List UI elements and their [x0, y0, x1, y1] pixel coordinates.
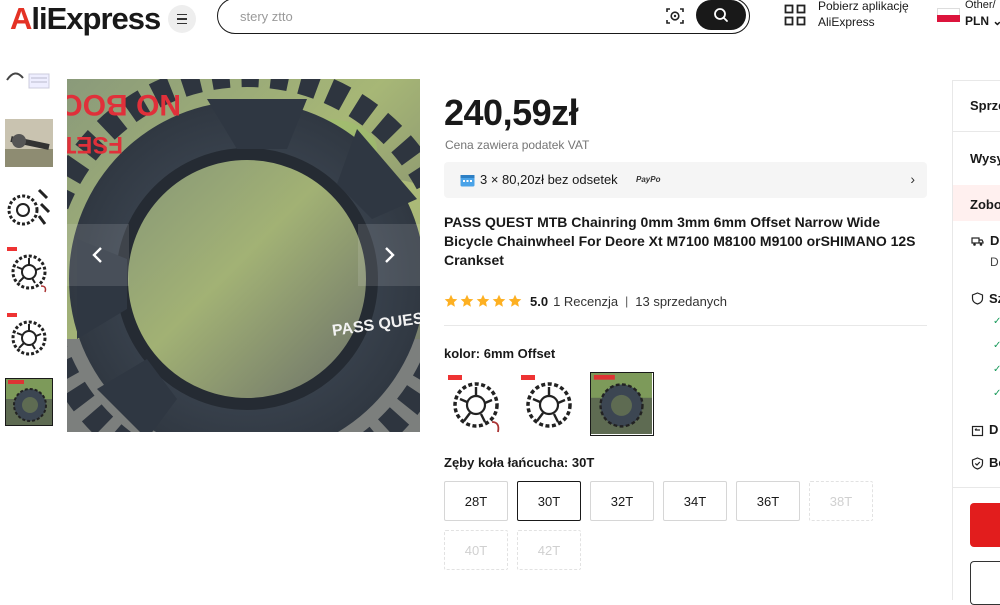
check-icon: ✓: [993, 388, 1000, 399]
main-product-image[interactable]: NO BOOST FSET PASS QUEST: [67, 79, 420, 432]
divider: [953, 487, 1000, 488]
vat-note: Cena zawiera podatek VAT: [445, 138, 590, 152]
thumbnail-2[interactable]: [5, 119, 53, 167]
search-bar: [217, 0, 750, 34]
check-icon: ✓: [993, 316, 1000, 327]
shield-icon: [971, 292, 984, 305]
currency-label: PLN ⌄: [965, 14, 1000, 28]
star-rating: [444, 294, 524, 308]
overlay-text-line2: FSET: [67, 131, 123, 158]
previous-image-button[interactable]: [67, 224, 129, 286]
chainring-swatch-icon: [448, 375, 500, 433]
add-to-cart-button[interactable]: [970, 561, 1000, 605]
region-currency-selector[interactable]: Other/ PLN ⌄: [937, 0, 1000, 34]
thumbnail-list: [5, 64, 55, 440]
next-image-button[interactable]: [358, 224, 420, 286]
qr-code-icon: [784, 4, 806, 26]
calendar-icon: [460, 175, 475, 187]
size-option-34t[interactable]: 34T: [663, 481, 727, 521]
thumbnail-3[interactable]: [5, 180, 53, 228]
safety-label: Sz: [989, 291, 1000, 306]
color-option-3mm[interactable]: [517, 372, 581, 436]
chainring-thumbnail-icon: [7, 313, 47, 356]
size-option-36t[interactable]: 36T: [736, 481, 800, 521]
check-icon: ✓: [993, 364, 1000, 375]
thumbnail-5[interactable]: [5, 312, 53, 360]
seller-label: Sprze: [970, 98, 1000, 113]
size-option-28t[interactable]: 28T: [444, 481, 508, 521]
star-icon: [492, 294, 506, 307]
chevron-left-icon: [92, 247, 102, 263]
delivery-label: D: [990, 233, 1000, 248]
sold-count: 13 sprzedanych: [635, 293, 728, 309]
star-icon: [460, 294, 474, 307]
size-option-30t[interactable]: 30T: [517, 481, 581, 521]
chainring-photo-swatch-icon: [591, 373, 652, 434]
security-label: Be: [989, 455, 1000, 470]
size-option-40t: 40T: [444, 530, 508, 570]
check-icon: ✓: [993, 340, 1000, 351]
see-more-label[interactable]: Zobo: [970, 197, 1000, 212]
search-button[interactable]: [696, 0, 746, 30]
region-label: Other/: [965, 0, 996, 11]
rating-separator: |: [625, 294, 629, 308]
shipping-label[interactable]: Wysy: [970, 151, 1000, 166]
size-option-38t: 38T: [809, 481, 873, 521]
chainring-swatch-icon: [521, 375, 572, 428]
search-icon: [714, 8, 728, 22]
app-download-line1: Pobierz aplikację: [818, 0, 909, 13]
size-option-42t: 42T: [517, 530, 581, 570]
color-option-0mm[interactable]: [444, 372, 508, 436]
thumbnail-1[interactable]: [5, 64, 53, 94]
truck-icon: [971, 237, 984, 246]
delivery-sub: D: [990, 255, 999, 269]
divider: [444, 325, 927, 326]
color-option-6mm[interactable]: [590, 372, 654, 436]
paypo-logo: PayPo: [636, 175, 661, 184]
thumbnail-4[interactable]: [5, 246, 53, 294]
spec-sheet-thumbnail-icon: [6, 72, 50, 89]
search-input[interactable]: [240, 5, 620, 27]
returns-label: D: [989, 422, 999, 437]
product-price: 240,59zł: [444, 92, 579, 133]
chevron-right-icon: ›: [910, 171, 915, 187]
star-icon: [508, 294, 522, 307]
return-icon: [971, 425, 984, 437]
hamburger-icon: [177, 12, 187, 25]
chainring-thumbnail-icon: [7, 247, 47, 293]
star-icon: [476, 294, 490, 307]
chainring-photo-thumbnail-icon: [6, 379, 52, 425]
divider: [953, 131, 1000, 132]
review-count-link[interactable]: 1 Recenzja: [553, 294, 618, 309]
poland-flag-icon: [937, 8, 960, 22]
aliexpress-logo[interactable]: AliExpress: [10, 1, 161, 37]
chevron-right-icon: [385, 247, 395, 263]
rating-score: 5.0: [530, 293, 549, 309]
site-header: AliExpress Pobierz aplikację AliExpress …: [0, 0, 1000, 40]
product-title: PASS QUEST MTB Chainring 0mm 3mm 6mm Off…: [444, 214, 916, 268]
app-download-link[interactable]: Pobierz aplikację AliExpress: [784, 0, 924, 34]
image-search-icon[interactable]: [665, 6, 685, 26]
chainring-thumbnail-icon: [7, 188, 51, 226]
purchase-side-panel: Sprze Wysy Zobo D D Sz ✓ ✓ ✓ ✓ D Be: [952, 80, 1000, 605]
menu-button[interactable]: [168, 5, 196, 33]
rating-row[interactable]: 5.0 1 Recenzja | 13 sprzedanych: [444, 292, 727, 310]
app-download-line2: AliExpress: [818, 15, 875, 29]
teeth-label: Zęby koła łańcucha: 30T: [444, 455, 595, 470]
thumbnail-6[interactable]: [5, 378, 53, 426]
buy-now-button[interactable]: [970, 503, 1000, 547]
crank-photo-thumbnail-icon: [5, 119, 53, 167]
overlay-text-line1: NO BOOST: [67, 88, 181, 121]
installments-banner[interactable]: 3 × 80,20zł bez odsetek PayPo ›: [444, 162, 927, 198]
security-shield-icon: [971, 457, 984, 470]
installments-text: 3 × 80,20zł bez odsetek: [480, 172, 618, 187]
size-option-32t[interactable]: 32T: [590, 481, 654, 521]
color-label: kolor: 6mm Offset: [444, 346, 556, 361]
star-icon: [444, 294, 458, 307]
